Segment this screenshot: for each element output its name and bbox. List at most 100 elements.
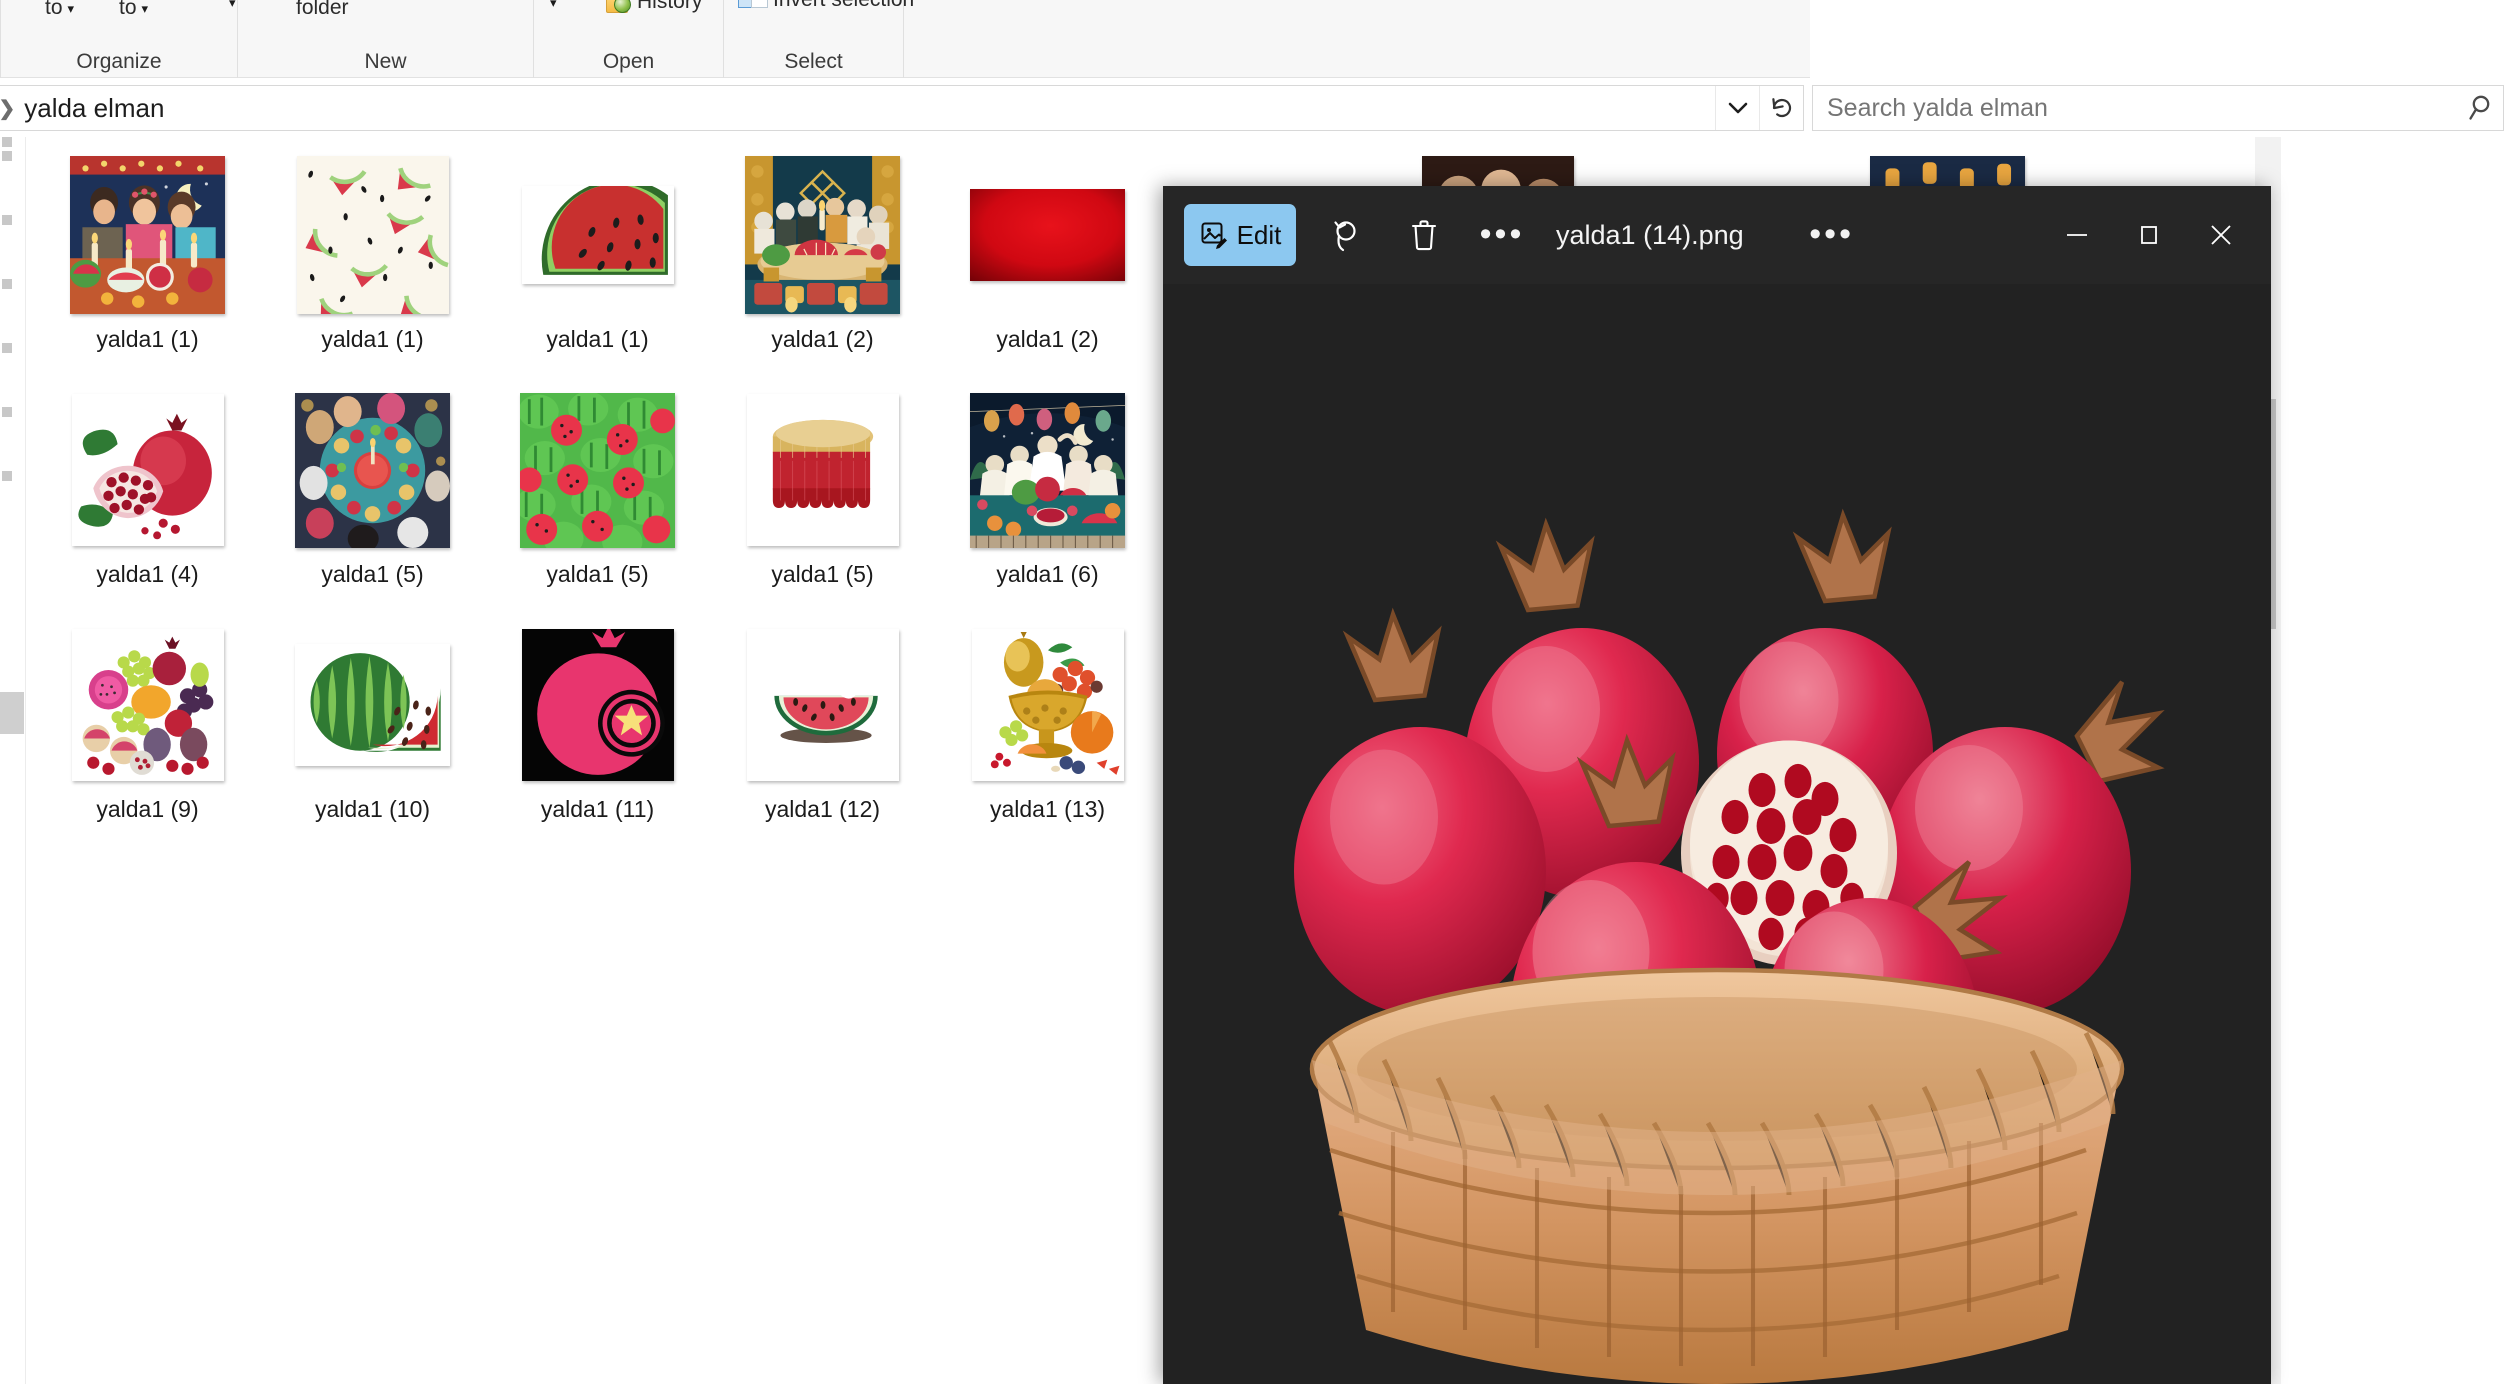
file-item[interactable]: yalda1 (4) — [35, 385, 260, 620]
photos-viewer-window: Edit ••• yalda1 (14).png ••• — [1163, 186, 2271, 1384]
thumbnail-wrap — [732, 385, 914, 555]
history-label: History — [637, 0, 703, 13]
new-folder-button[interactable]: folder — [296, 0, 349, 20]
breadcrumb[interactable]: ds ❯ yalda elman — [0, 93, 1715, 124]
file-item[interactable]: yalda1 (5) — [485, 385, 710, 620]
open-with-dropdown[interactable]: ▾ — [550, 0, 557, 9]
file-name: yalda1 (10) — [314, 796, 431, 822]
nav-item-icon[interactable] — [2, 471, 12, 481]
breadcrumb-item-yalda-elman[interactable]: yalda elman — [15, 93, 173, 124]
ribbon-group-label-select: Select — [784, 50, 843, 73]
file-name: yalda1 (1) — [546, 326, 649, 352]
file-name: yalda1 (6) — [996, 561, 1099, 587]
search-box[interactable] — [1812, 85, 2504, 131]
nav-item-icon[interactable] — [2, 215, 12, 225]
viewer-image-pomegranate-basket — [1267, 502, 2167, 1384]
file-item[interactable]: yalda1 (1) — [260, 150, 485, 385]
chevron-down-icon: ▾ — [67, 0, 75, 16]
invert-selection-button[interactable]: Invert selection — [738, 0, 914, 12]
rotate-button[interactable] — [1314, 204, 1378, 266]
file-name: yalda1 (13) — [989, 796, 1106, 822]
delete-button[interactable] — [1392, 204, 1456, 266]
search-button[interactable] — [2457, 94, 2503, 122]
nav-item-icon[interactable] — [2, 279, 12, 289]
file-item[interactable]: yalda1 (1) — [35, 150, 260, 385]
invert-selection-label: Invert selection — [773, 0, 914, 12]
ribbon-group-label-open: Open — [602, 50, 655, 73]
search-input[interactable] — [1813, 93, 2457, 123]
thumbnail-wrap — [57, 620, 239, 790]
edit-button-label: Edit — [1236, 219, 1282, 250]
rotate-icon — [1334, 221, 1356, 252]
trash-icon — [1411, 220, 1437, 251]
file-item[interactable]: yalda1 (2) — [710, 150, 935, 385]
file-name: yalda1 (11) — [540, 796, 655, 822]
file-item[interactable]: yalda1 (2) — [935, 150, 1160, 385]
nav-item-icon[interactable] — [2, 407, 12, 417]
nav-item-icon[interactable] — [2, 151, 12, 161]
file-item[interactable]: yalda1 (10) — [260, 620, 485, 855]
file-name: yalda1 (9) — [96, 796, 199, 822]
file-name: yalda1 (5) — [546, 561, 649, 587]
edit-button[interactable]: Edit — [1184, 204, 1296, 266]
viewer-file-title: yalda1 (14).png — [1556, 219, 1744, 250]
thumbnail-watermelon-whole-slice — [295, 644, 450, 766]
organize-copy-to-button[interactable]: to ▾ — [119, 0, 148, 20]
thumbnail-wrap — [732, 150, 914, 320]
nav-item-icon[interactable] — [2, 137, 12, 147]
thumbnail-wrap — [732, 620, 914, 790]
thumbnail-yalda-women-lanterns — [970, 392, 1125, 548]
thumbnail-wrap — [57, 150, 239, 320]
more-options-right-button[interactable]: ••• — [1800, 204, 1864, 266]
file-name: yalda1 (5) — [771, 561, 874, 587]
chevron-down-icon: ▾ — [550, 0, 557, 10]
nav-item-icon[interactable] — [2, 343, 12, 353]
thumbnail-red-gradient — [970, 189, 1125, 281]
address-bar[interactable]: ds ❯ yalda elman — [0, 85, 1804, 131]
maximize-icon — [2141, 226, 2157, 244]
more-options-left-button[interactable]: ••• — [1470, 204, 1534, 266]
ribbon-group-organize: to ▾ to ▾ ▾ Organize — [0, 0, 238, 78]
file-item[interactable]: yalda1 (5) — [260, 385, 485, 620]
chevron-down-icon — [1728, 102, 1747, 114]
ribbon-groups: to ▾ to ▾ ▾ Organize folder New ▾ Histor… — [0, 0, 914, 78]
file-item[interactable]: yalda1 (6) — [935, 385, 1160, 620]
close-icon — [2211, 225, 2231, 245]
breadcrumb-separator-icon: ❯ — [0, 97, 16, 120]
organize-rename-button[interactable]: ▾ — [229, 0, 236, 9]
photos-viewer-toolbar: Edit ••• yalda1 (14).png ••• — [1163, 186, 2271, 284]
address-history-dropdown[interactable] — [1715, 86, 1759, 130]
thumbnail-golden-bowl-fruit — [971, 629, 1124, 781]
file-name: yalda1 (12) — [764, 796, 881, 822]
nav-item-selected[interactable] — [0, 692, 24, 734]
photos-viewer-canvas[interactable] — [1163, 284, 2271, 1384]
file-item[interactable]: yalda1 (11) — [485, 620, 710, 855]
search-icon — [2469, 95, 2490, 120]
file-item[interactable]: yalda1 (5) — [710, 385, 935, 620]
thumbnail-mixed-fruit-pile — [71, 629, 224, 781]
file-item[interactable]: yalda1 (9) — [35, 620, 260, 855]
thumbnail-wrap — [282, 385, 464, 555]
minimize-icon — [2067, 234, 2087, 236]
file-name: yalda1 (1) — [321, 326, 424, 352]
history-button[interactable]: History — [606, 0, 702, 14]
ribbon-group-open: ▾ History Open — [534, 0, 724, 78]
refresh-button[interactable] — [1759, 86, 1803, 130]
file-item[interactable]: yalda1 (1) — [485, 150, 710, 385]
minimize-button[interactable] — [2041, 186, 2113, 284]
maximize-button[interactable] — [2113, 186, 2185, 284]
navigation-pane-stub — [0, 137, 26, 1384]
thumbnail-watermelon-pattern-cream — [296, 156, 449, 314]
ellipsis-icon: ••• — [1809, 215, 1854, 254]
file-item[interactable]: yalda1 (12) — [710, 620, 935, 855]
ribbon-group-select: Invert selection Select — [724, 0, 914, 78]
organize-move-to-button[interactable]: to ▾ — [45, 0, 74, 20]
chevron-down-icon: ▾ — [141, 0, 149, 16]
file-item[interactable]: yalda1 (13) — [935, 620, 1160, 855]
address-row: ds ❯ yalda elman — [0, 79, 2504, 137]
new-folder-label: folder — [296, 0, 349, 19]
organize-copy-to-label: to — [119, 0, 137, 19]
close-button[interactable] — [2185, 186, 2257, 284]
thumbnail-overhead-sofreh — [295, 392, 450, 548]
history-icon — [606, 0, 632, 14]
